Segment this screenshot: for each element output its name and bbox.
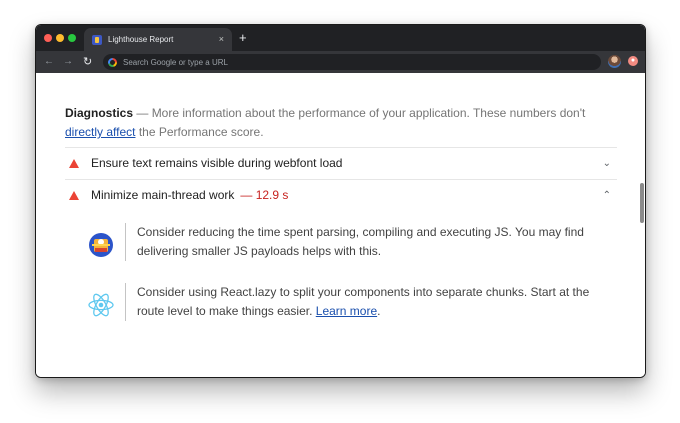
- minimize-window-button[interactable]: [56, 34, 64, 42]
- scrollbar-thumb[interactable]: [640, 183, 644, 223]
- maximize-window-button[interactable]: [68, 34, 76, 42]
- chevron-up-icon[interactable]: ⌃: [603, 190, 611, 201]
- tab-lighthouse-report[interactable]: Lighthouse Report ×: [84, 28, 232, 51]
- audit-title: Ensure text remains visible during webfo…: [91, 156, 343, 170]
- chevron-down-icon[interactable]: ⌄: [603, 158, 611, 169]
- browser-window: Lighthouse Report × + ← → ↻ Search Googl…: [35, 24, 646, 378]
- directly-affect-link[interactable]: directly affect: [65, 125, 135, 139]
- address-bar-placeholder: Search Google or type a URL: [123, 57, 228, 67]
- back-arrow-icon[interactable]: ←: [44, 55, 54, 69]
- learn-more-link[interactable]: Learn more: [316, 304, 377, 318]
- profile-avatar[interactable]: [608, 55, 621, 68]
- tip-webpack: Consider reducing the time spent parsing…: [86, 223, 606, 261]
- tab-title: Lighthouse Report: [108, 35, 174, 44]
- tip-divider: [125, 283, 126, 321]
- react-icon: [88, 293, 114, 317]
- audit-title: Minimize main-thread work: [91, 188, 235, 202]
- tab-strip: Lighthouse Report × +: [36, 25, 645, 51]
- extension-icon[interactable]: ●: [628, 56, 638, 66]
- google-icon: [108, 57, 117, 67]
- new-tab-button[interactable]: +: [239, 31, 247, 44]
- audit-webfont-visible[interactable]: Ensure text remains visible during webfo…: [65, 148, 617, 178]
- tip-text: Consider reducing the time spent parsing…: [137, 225, 584, 258]
- fail-triangle-icon: [69, 190, 79, 200]
- tip-divider: [125, 223, 126, 261]
- diagnostics-header: Diagnostics — More information about the…: [65, 104, 605, 142]
- toolbar: ← → ↻ Search Google or type a URL ●: [36, 51, 645, 73]
- reload-icon[interactable]: ↻: [83, 55, 92, 69]
- close-window-button[interactable]: [44, 34, 52, 42]
- diagnostics-description-end: the Performance score.: [135, 125, 264, 139]
- audit-value: — 12.9 s: [240, 188, 289, 202]
- diagnostics-dash: —: [133, 106, 152, 120]
- lighthouse-icon: [92, 34, 102, 45]
- tip-react: Consider using React.lazy to split your …: [86, 283, 606, 321]
- diagnostics-description: More information about the performance o…: [151, 106, 586, 120]
- close-tab-icon[interactable]: ×: [219, 35, 224, 44]
- webpack-icon: [89, 233, 113, 257]
- fail-triangle-icon: [69, 158, 79, 168]
- audit-main-thread-work[interactable]: Minimize main-thread work — 12.9 s ⌃: [65, 180, 617, 210]
- page-content: Diagnostics — More information about the…: [36, 73, 645, 377]
- tip-text: Consider using React.lazy to split your …: [137, 283, 606, 321]
- forward-arrow-icon[interactable]: →: [63, 55, 73, 69]
- diagnostics-title: Diagnostics: [65, 106, 134, 120]
- address-bar[interactable]: Search Google or type a URL: [103, 54, 601, 70]
- tip-text-end: .: [377, 304, 381, 318]
